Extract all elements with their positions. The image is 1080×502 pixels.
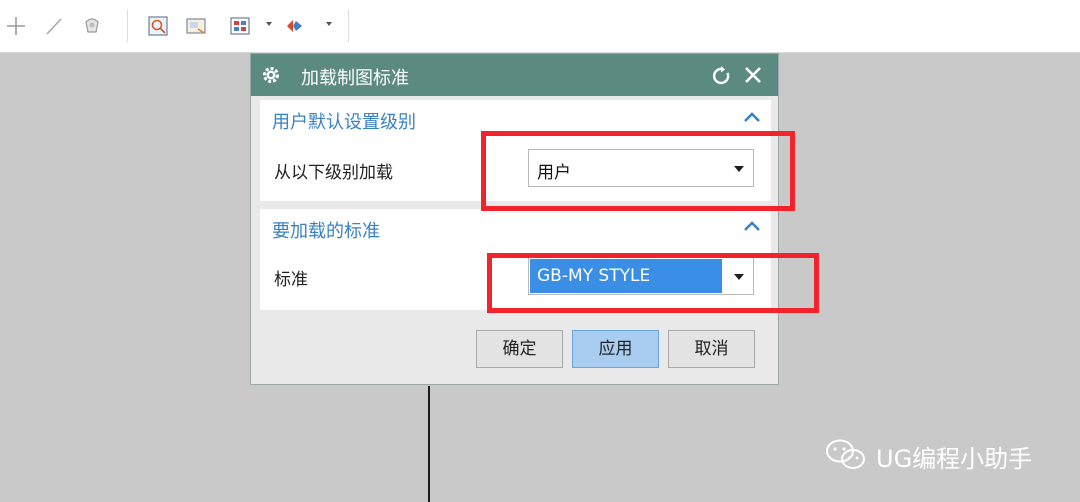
collapse-caret-icon[interactable] [743,219,761,233]
toolbar-separator [348,10,349,42]
image-icon[interactable] [184,14,208,38]
highlight-box [481,131,795,211]
grid-icon[interactable] [228,14,252,38]
view-icon[interactable] [146,14,170,38]
top-toolbar [0,0,1080,53]
arrow-dropdown-icon[interactable] [326,22,332,26]
standard-label: 标准 [274,270,308,290]
ok-button[interactable]: 确定 [476,330,563,368]
reset-icon[interactable] [711,65,733,87]
close-icon[interactable] [743,65,763,85]
toolbar-separator [127,10,128,42]
cancel-button[interactable]: 取消 [668,330,755,368]
arrow-dropdown-icon[interactable] [266,22,272,26]
group-title: 要加载的标准 [272,221,380,242]
highlight-box [487,253,819,313]
apply-button[interactable]: 应用 [572,330,659,368]
group-header[interactable]: 要加载的标准 [260,209,771,245]
dialog-title-bar[interactable]: 加载制图标准 [251,54,778,96]
gear-icon [263,67,279,83]
plus-icon[interactable] [4,14,28,38]
watermark-text: UG编程小助手 [876,445,1033,473]
group-title: 用户默认设置级别 [272,112,416,133]
load-drafting-standard-dialog: 加载制图标准 用户默认设置级别 从以下级别加载 用户 要加载的标准 标准 GB-… [250,53,779,385]
dialog-title: 加载制图标准 [301,68,409,89]
symbol-icon[interactable] [284,14,308,38]
wechat-icon [826,439,865,469]
collapse-caret-icon[interactable] [743,110,761,124]
line-icon[interactable] [42,14,66,38]
load-level-label: 从以下级别加载 [274,163,393,183]
shape-icon[interactable] [80,14,104,38]
workspace-axis-line [428,386,430,502]
